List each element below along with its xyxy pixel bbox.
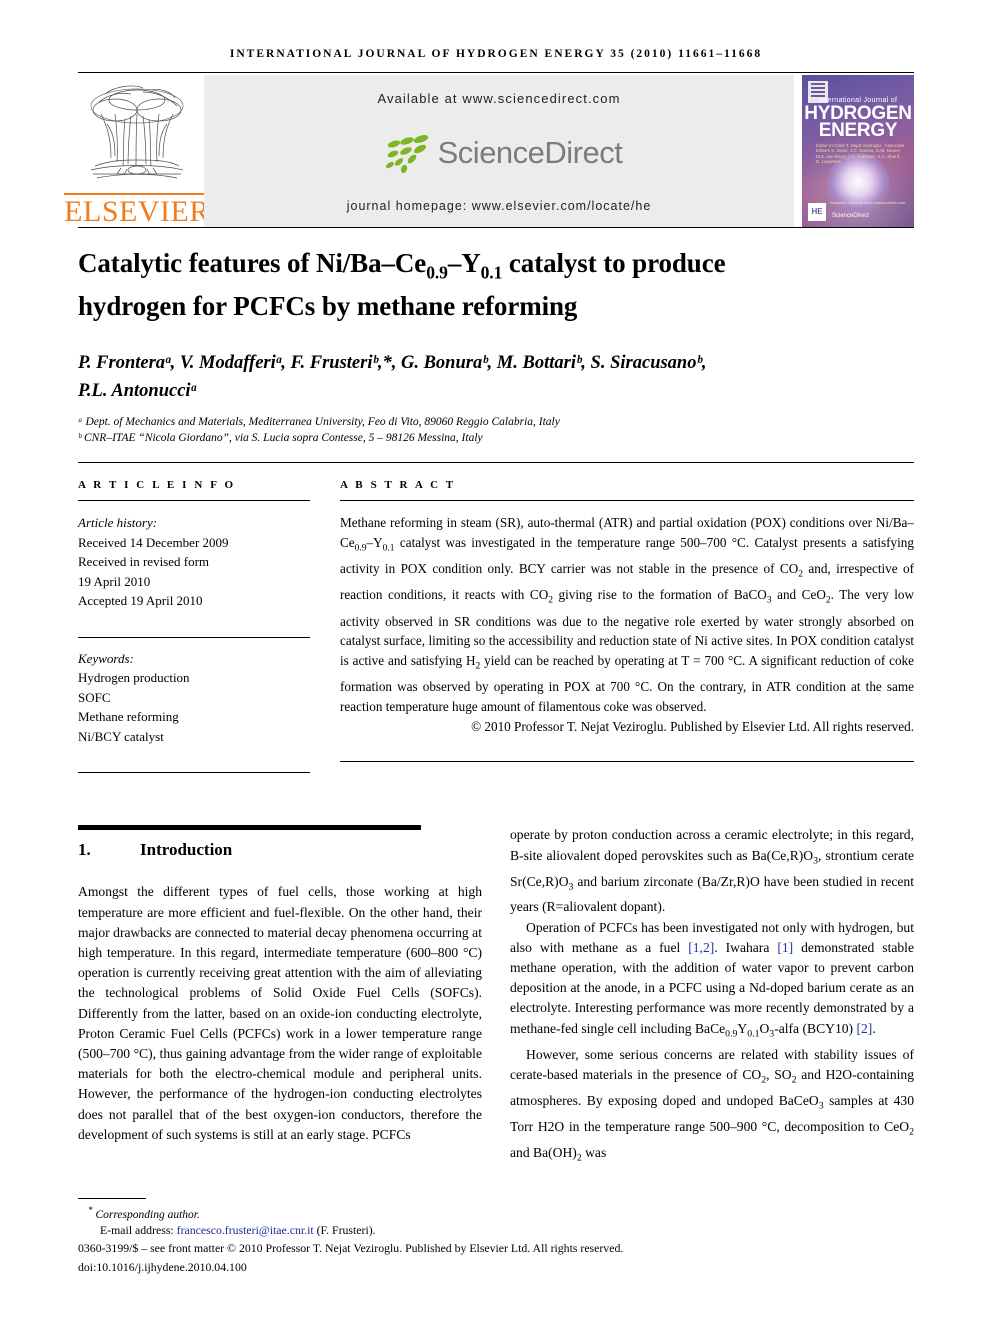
history-item: Received in revised form (78, 554, 210, 570)
body-paragraph: operate by proton conduction across a ce… (510, 827, 915, 915)
running-head: INTERNATIONAL JOURNAL OF HYDROGEN ENERGY… (229, 48, 763, 60)
body-paragraph: However, some serious concerns are relat… (510, 1046, 914, 1164)
title-part-3: Y (461, 248, 481, 278)
sciencedirect-wordmark: ScienceDirect (437, 134, 623, 170)
email-link[interactable]: francesco.frusteri@itae.cnr.it (177, 1223, 314, 1237)
page-footer: * Corresponding author. E-mail address: … (78, 1198, 914, 1275)
sciencedirect-banner: Available at www.sciencedirect.com Scien… (204, 75, 794, 227)
keyword-item: Methane reforming (78, 709, 179, 725)
article-history-label: Article history: (78, 515, 158, 531)
elsevier-logo: ELSEVIER (64, 75, 210, 227)
keyword-item: Hydrogen production (78, 670, 190, 686)
author-line-2: P.L. Antonucciᵃ (78, 381, 197, 402)
column-gap (310, 479, 340, 773)
body-left-column: 1. Introduction Amongst the different ty… (78, 825, 482, 1168)
title-part-1: Catalytic features of Ni/Ba (78, 248, 382, 278)
cover-he-badge: HE (808, 203, 826, 221)
corresponding-author-note: * Corresponding author. (78, 1203, 914, 1223)
corresponding-author-text: Corresponding author. (95, 1209, 200, 1221)
abstract-text: Methane reforming in steam (SR), auto-th… (340, 515, 914, 714)
paper-page: INTERNATIONAL JOURNAL OF HYDROGEN ENERGY… (0, 0, 992, 1323)
title-line-2: hydrogen for PCFCs by methane reforming (78, 291, 578, 322)
keywords-label: Keywords: (78, 650, 134, 666)
section-heading: 1. Introduction (78, 840, 482, 860)
body-paragraph: Operation of PCFCs has been investigated… (510, 919, 914, 1040)
keyword-item: Ni/BCY catalyst (78, 728, 164, 744)
body-right-column: operate by proton conduction across a ce… (510, 825, 914, 1168)
author-list: P. Fronteraᵃ, V. Modafferiᵃ, F. Frusteri… (78, 349, 914, 405)
history-item: Accepted 19 April 2010 (78, 593, 203, 609)
cover-sd-caption: Available online at www.sciencedirect.co… (830, 200, 906, 205)
keyword-item: SOFC (78, 689, 111, 705)
body-paragraph: Amongst the different types of fuel cell… (78, 884, 482, 1142)
article-title: Catalytic features of Ni/Ba–Ce0.9–Y0.1 c… (78, 248, 726, 322)
title-part-2: Ce (394, 248, 427, 278)
journal-homepage-text: journal homepage: www.elsevier.com/locat… (346, 199, 652, 213)
elsevier-wordmark: ELSEVIER (64, 193, 210, 228)
title-bottom-rule (78, 462, 914, 464)
email-owner: (F. Frusteri). (316, 1223, 376, 1237)
article-info-rule (78, 500, 310, 502)
abstract-bottom-rule (340, 760, 914, 762)
body-column-gap (482, 825, 510, 1168)
cover-sciencedirect-label: ScienceDirect (832, 213, 870, 219)
email-note: E-mail address: francesco.frusteri@itae.… (78, 1223, 914, 1238)
affiliation-b: ᵇ CNR–ITAE “Nicola Giordano”, via S. Luc… (78, 432, 483, 445)
abstract-copyright: © 2010 Professor T. Nejat Veziroglu. Pub… (471, 719, 914, 735)
title-sub-1: 0.9 (426, 262, 448, 283)
article-info-label: A R T I C L E I N F O (78, 479, 236, 492)
author-line-1: P. Fronteraᵃ, V. Modafferiᵃ, F. Frusteri… (78, 353, 707, 374)
section-number: 1. (78, 840, 91, 860)
running-head-rule (78, 72, 914, 73)
history-item: Received 14 December 2009 (78, 534, 229, 550)
article-info-column: A R T I C L E I N F O Article history: R… (78, 479, 310, 774)
journal-cover-block: International Journal of HYDROGEN ENERGY… (802, 75, 914, 227)
section-heading-rule (78, 825, 421, 831)
title-sub-2: 0.1 (480, 262, 503, 283)
footnote-rule (78, 1198, 146, 1200)
affiliation-list: ᵃ Dept. of Mechanics and Materials, Medi… (78, 414, 914, 446)
section-title: Introduction (140, 840, 233, 860)
title-part-4: catalyst to produce (502, 248, 726, 278)
journal-masthead: ELSEVIER Available at www.sciencedirect.… (64, 75, 914, 227)
article-header: Catalytic features of Ni/Ba–Ce0.9–Y0.1 c… (78, 246, 914, 446)
sciencedirect-leaves-icon (385, 134, 428, 173)
keywords-rule (78, 636, 310, 638)
history-item: 19 April 2010 (78, 573, 151, 589)
keyword-list: Keywords: Hydrogen production SOFC Metha… (78, 649, 310, 747)
article-history: Article history: Received 14 December 20… (78, 513, 310, 611)
abstract-column: A B S T R A C T Methane reforming in ste… (340, 479, 914, 773)
available-at-text: Available at www.sciencedirect.com (377, 91, 621, 106)
cover-editors: Editor-in-Chief T. Nejat Veziroglu · Ass… (816, 143, 905, 165)
journal-cover-image: International Journal of HYDROGEN ENERGY… (802, 75, 914, 227)
cover-title-line2: ENERGY (818, 120, 898, 141)
article-info-bottom-rule (78, 772, 310, 774)
affiliation-a: ᵃ Dept. of Mechanics and Materials, Medi… (78, 416, 560, 429)
email-label: E-mail address: (100, 1223, 174, 1237)
abstract-label: A B S T R A C T (340, 479, 456, 492)
asterisk-icon: * (88, 1205, 93, 1216)
issn-line: 0360-3199/$ – see front matter © 2010 Pr… (78, 1241, 624, 1255)
abstract-rule (340, 500, 914, 502)
body-columns: 1. Introduction Amongst the different ty… (78, 825, 914, 1168)
info-abstract-block: A R T I C L E I N F O Article history: R… (78, 479, 914, 774)
doi-line: doi:10.1016/j.ijhydene.2010.04.100 (78, 1259, 247, 1274)
elsevier-tree-icon (90, 85, 184, 179)
sciencedirect-logo: ScienceDirect (376, 132, 623, 174)
